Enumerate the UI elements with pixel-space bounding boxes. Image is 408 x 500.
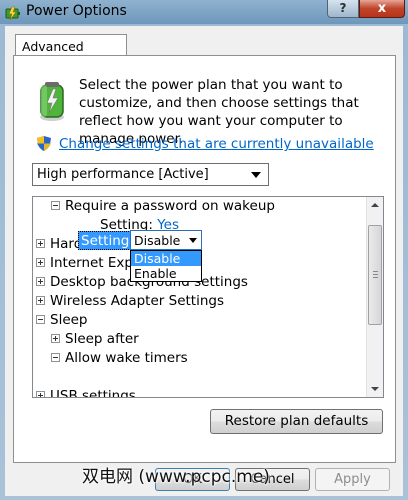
power-plan-value: High performance [Active] <box>37 167 209 182</box>
title-bar[interactable]: Power Options ? x <box>0 0 408 26</box>
scroll-down-arrow-icon[interactable] <box>367 380 383 397</box>
wake-timers-select[interactable]: Disable <box>130 230 202 250</box>
tree-item-allow-wake-timers[interactable]: Allow wake timers <box>51 349 188 368</box>
expand-icon[interactable] <box>36 257 45 267</box>
collapse-icon[interactable] <box>51 200 60 210</box>
help-button[interactable]: ? <box>327 0 359 18</box>
uac-shield-icon <box>37 136 51 151</box>
chevron-down-icon <box>251 172 261 178</box>
tree-item-sleep[interactable]: Sleep <box>36 311 88 330</box>
scroll-up-arrow-icon[interactable] <box>367 197 383 214</box>
power-options-icon <box>5 6 20 21</box>
settings-tree-content: Require a password on wakeup Setting: Ye… <box>33 197 367 397</box>
advanced-settings-panel: Select the power plan that you want to c… <box>13 55 396 463</box>
tree-item-label: USB settings <box>50 388 136 398</box>
tree-item-label: Require a password on wakeup <box>65 198 275 214</box>
settings-tree[interactable]: Require a password on wakeup Setting: Ye… <box>32 196 384 398</box>
close-button[interactable]: x <box>359 0 405 18</box>
expand-icon[interactable] <box>36 295 45 305</box>
wake-timers-setting-label: Setting: <box>78 231 137 250</box>
expand-icon[interactable] <box>36 238 45 248</box>
chevron-down-icon[interactable] <box>189 238 197 243</box>
collapse-icon[interactable] <box>51 352 60 362</box>
tree-item-label: Allow wake timers <box>65 350 188 366</box>
tree-item-password-on-wakeup[interactable]: Require a password on wakeup <box>51 197 275 216</box>
tree-item-label: Sleep after <box>65 331 139 347</box>
tree-item-sleep-after[interactable]: Sleep after <box>51 330 139 349</box>
expand-icon[interactable] <box>51 333 60 343</box>
grip-icon <box>373 271 378 278</box>
watermark: 双电网 (www.pcpc.me) <box>82 467 270 487</box>
expand-icon[interactable] <box>36 276 45 286</box>
option-disable[interactable]: Disable <box>131 251 201 266</box>
tree-item-label: Sleep <box>50 312 88 328</box>
wake-timers-value: Disable <box>134 233 181 248</box>
scroll-thumb[interactable] <box>368 225 382 325</box>
restore-button-label: Restore plan defaults <box>224 413 369 429</box>
dialog-client-area: Advanced settings Select the power plan … <box>5 26 403 496</box>
wake-timers-dropdown-list: Disable Enable <box>130 250 202 282</box>
option-enable[interactable]: Enable <box>131 266 201 281</box>
apply-button[interactable]: Apply <box>315 468 390 491</box>
change-settings-link[interactable]: Change settings that are currently unava… <box>59 136 374 152</box>
collapse-icon[interactable] <box>36 314 45 324</box>
tab-advanced-settings[interactable]: Advanced settings <box>15 34 127 69</box>
expand-icon[interactable] <box>36 390 45 397</box>
restore-plan-defaults-button[interactable]: Restore plan defaults <box>210 409 383 434</box>
tree-item-usb-settings[interactable]: USB settings <box>36 387 136 398</box>
power-plan-select[interactable]: High performance [Active] <box>32 163 269 186</box>
tree-item-wireless-adapter[interactable]: Wireless Adapter Settings <box>36 292 224 311</box>
power-options-window: Power Options ? x Advanced settings Sele… <box>0 0 408 500</box>
battery-plan-icon <box>40 82 64 121</box>
window-title: Power Options <box>26 3 127 19</box>
tree-scrollbar[interactable] <box>366 197 383 397</box>
tree-item-label: Wireless Adapter Settings <box>50 293 224 309</box>
